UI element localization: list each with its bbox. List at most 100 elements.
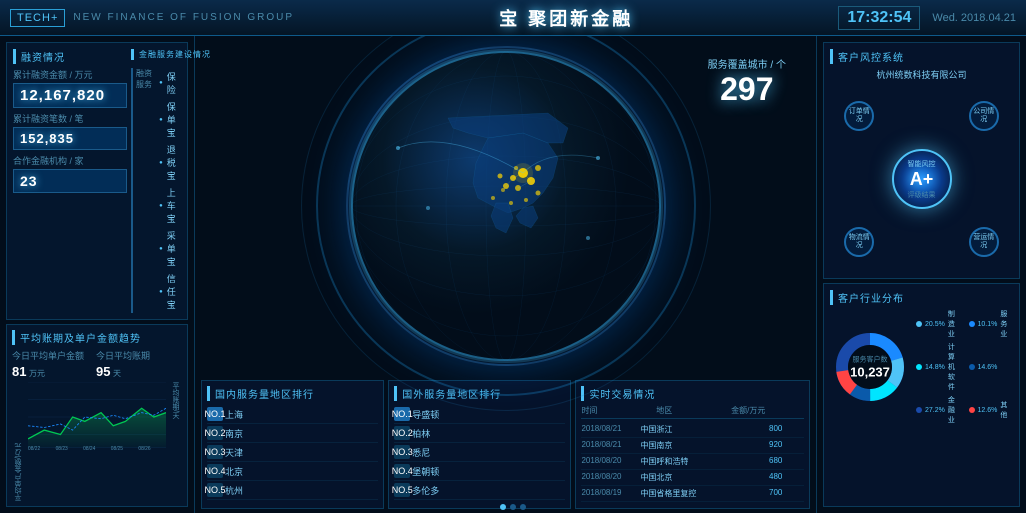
title-text: 聚团新金融 — [528, 9, 633, 29]
domestic-city-0: 上海 — [225, 408, 378, 421]
avg-period-value: 95 — [96, 364, 110, 379]
industry-title: 客户行业分布 — [830, 290, 1013, 305]
avg-period-label: 今日平均账期 — [96, 349, 150, 362]
overseas-row-4: NO.5 多伦多 — [394, 481, 565, 500]
domestic-city-1: 南京 — [225, 427, 378, 440]
header-left: TECH+ NEW FINANCE OF FUSION GROUP — [10, 9, 294, 27]
overseas-rank-2: NO.3 — [394, 445, 410, 459]
domestic-ranking-title: 国内服务量地区排行 — [207, 386, 378, 401]
finance-bar: 融资服务 — [131, 68, 156, 313]
ai-label: 智能风控 — [908, 159, 936, 169]
chart-header: 今日平均单户金额 81 万元 今日平均账期 95 天 — [12, 349, 182, 379]
service-item-5: 信任宝 — [159, 270, 181, 313]
risk-item-order: 订单情况 — [830, 101, 889, 131]
customer-total-value: 10,237 — [850, 365, 890, 380]
realtime-col-headers: 时间 地区 金额/万元 — [581, 405, 804, 419]
donut-center: 服务客户数 10,237 — [850, 355, 890, 380]
overseas-rank-3: NO.4 — [394, 464, 410, 478]
total-amount-label: 累计融资金额 / 万元 — [13, 68, 127, 81]
realtime-table: 实时交易情况 时间 地区 金额/万元 2018/08/21 中国浙江 800 2… — [575, 380, 810, 509]
left-panel: 融资情况 累计融资金额 / 万元 12,167,820 累计融资笔数 / 笔 1… — [0, 36, 195, 513]
nav-dot-2[interactable] — [510, 504, 516, 510]
service-count-overlay: 服务覆盖城市 / 个 297 — [708, 56, 786, 108]
realtime-title: 实时交易情况 — [581, 386, 804, 401]
right-panel: 客户风控系统 杭州统数科技有限公司 订单情况 公司情况 — [816, 36, 1026, 513]
domestic-rank-4: NO.5 — [207, 483, 223, 497]
total-count-label: 累计融资笔数 / 笔 — [13, 112, 127, 125]
header-subtitle: NEW FINANCE OF FUSION GROUP — [73, 12, 294, 23]
legend-dot-manufacturing — [916, 321, 922, 327]
tx-amount-3: 480 — [769, 472, 804, 483]
tech-badge: TECH+ — [10, 9, 65, 27]
line-chart-svg: 08/22 08/23 08/24 08/25 08/26 800 700 60… — [28, 382, 166, 452]
main-content: 融资情况 累计融资金额 / 万元 12,167,820 累计融资笔数 / 笔 1… — [0, 36, 1026, 513]
avg-amount-value: 81 — [12, 364, 26, 379]
risk-circle-company: 公司情况 — [969, 101, 999, 131]
tx-time-4: 2018/08/19 — [581, 488, 636, 499]
domestic-rank-1: NO.2 — [207, 426, 223, 440]
legend-items: 20.5% 制造业 10.1% 服务业 14.8% — [916, 309, 1013, 425]
legend-row-2: 14.8% 计算机软件 14.6% — [916, 342, 1013, 392]
domestic-city-3: 北京 — [225, 465, 378, 478]
legend-computer: 14.8% 计算机软件 — [916, 342, 961, 392]
tx-row-2: 2018/08/20 中国呼和浩特 680 — [581, 454, 804, 470]
legend-label-service: 服务业 — [1000, 309, 1013, 339]
tx-region-0: 中国浙江 — [640, 424, 765, 435]
service-list: 保险 保单宝 退税宝 上车宝 采单宝 信任宝 — [159, 68, 181, 313]
service-item-2: 退税宝 — [159, 141, 181, 184]
header-title: 宝 聚团新金融 — [499, 5, 633, 31]
legend-pct-finance: 27.2% — [925, 407, 945, 414]
nav-dot-3[interactable] — [520, 504, 526, 510]
tx-row-1: 2018/08/21 中国南京 920 — [581, 438, 804, 454]
domestic-ranking-table: 国内服务量地区排行 NO.1 上海 NO.2 南京 NO.3 天津 NO.4 北… — [201, 380, 384, 509]
tx-amount-1: 920 — [769, 440, 804, 451]
tx-region-3: 中国北京 — [640, 472, 765, 483]
industry-panel: 客户行业分布 — [823, 283, 1020, 507]
tx-region-4: 中国省格里复控 — [640, 488, 765, 499]
bottom-nav — [500, 504, 526, 510]
ai-orb: 智能风控 A+ 评级结果 — [892, 149, 952, 209]
funding-info: 融资情况 累计融资金额 / 万元 12,167,820 累计融资笔数 / 笔 1… — [13, 49, 127, 313]
overseas-row-2: NO.3 悉尼 — [394, 443, 565, 462]
risk-company-label: 公司情况 — [971, 108, 997, 123]
domestic-row-2: NO.3 天津 — [207, 443, 378, 462]
overseas-rank-1: NO.2 — [394, 426, 410, 440]
avg-amount-stat: 今日平均单户金额 81 万元 — [12, 349, 84, 379]
legend-pct-manufacturing: 20.5% — [925, 321, 945, 328]
domestic-rows: NO.1 上海 NO.2 南京 NO.3 天津 NO.4 北京 NO.5 杭州 — [207, 405, 378, 500]
domestic-city-4: 杭州 — [225, 484, 378, 497]
globe-container: 服务覆盖城市 / 个 297 — [195, 36, 816, 376]
risk-circle-order: 订单情况 — [844, 101, 874, 131]
donut-container: 服务客户数 10,237 — [830, 327, 910, 407]
nav-dot-1[interactable] — [500, 504, 506, 510]
tx-amount-4: 700 — [769, 488, 804, 499]
domestic-row-4: NO.5 杭州 — [207, 481, 378, 500]
domestic-rank-2: NO.3 — [207, 445, 223, 459]
overseas-rank-0: NO.1 — [394, 407, 410, 421]
tx-amount-2: 680 — [769, 456, 804, 467]
industry-content: 服务客户数 10,237 20.5% 制造业 10.1 — [830, 309, 1013, 425]
risk-logistics-label: 物流情况 — [846, 234, 872, 249]
service-cities-label: 服务覆盖城市 / 个 — [708, 56, 786, 71]
chart-title: 平均账期及单户金额趋势 — [12, 330, 182, 345]
finance-label: 融资服务 — [136, 68, 156, 90]
col-time: 时间 — [581, 405, 654, 416]
ai-result-label: 评级结果 — [908, 190, 936, 200]
legend-other: 12.6% 其他 — [969, 395, 1014, 425]
legend-finance: 27.2% 金融业 — [916, 395, 961, 425]
tx-row-0: 2018/08/21 中国浙江 800 — [581, 422, 804, 438]
service-item-4: 采单宝 — [159, 227, 181, 270]
customer-total-label: 服务客户数 — [850, 355, 890, 365]
globe — [346, 46, 666, 366]
chart-panel: 平均账期及单户金额趋势 今日平均单户金额 81 万元 今日平均账期 95 天 — [6, 324, 188, 507]
service-title: 金融服务建设情况 — [131, 49, 181, 60]
legend-row-1: 20.5% 制造业 10.1% 服务业 — [916, 309, 1013, 339]
domestic-row-1: NO.2 南京 — [207, 424, 378, 443]
center-panel: 服务覆盖城市 / 个 297 — [195, 36, 816, 513]
globe-svg — [348, 48, 664, 364]
legend-dot-service — [969, 321, 975, 327]
domestic-row-0: NO.1 上海 — [207, 405, 378, 424]
col-region: 地区 — [656, 405, 729, 416]
service-item-1: 保单宝 — [159, 98, 181, 141]
overseas-rows: NO.1 导盛顿 NO.2 柏林 NO.3 悉尼 NO.4 堡朝顿 NO.5 多… — [394, 405, 565, 500]
